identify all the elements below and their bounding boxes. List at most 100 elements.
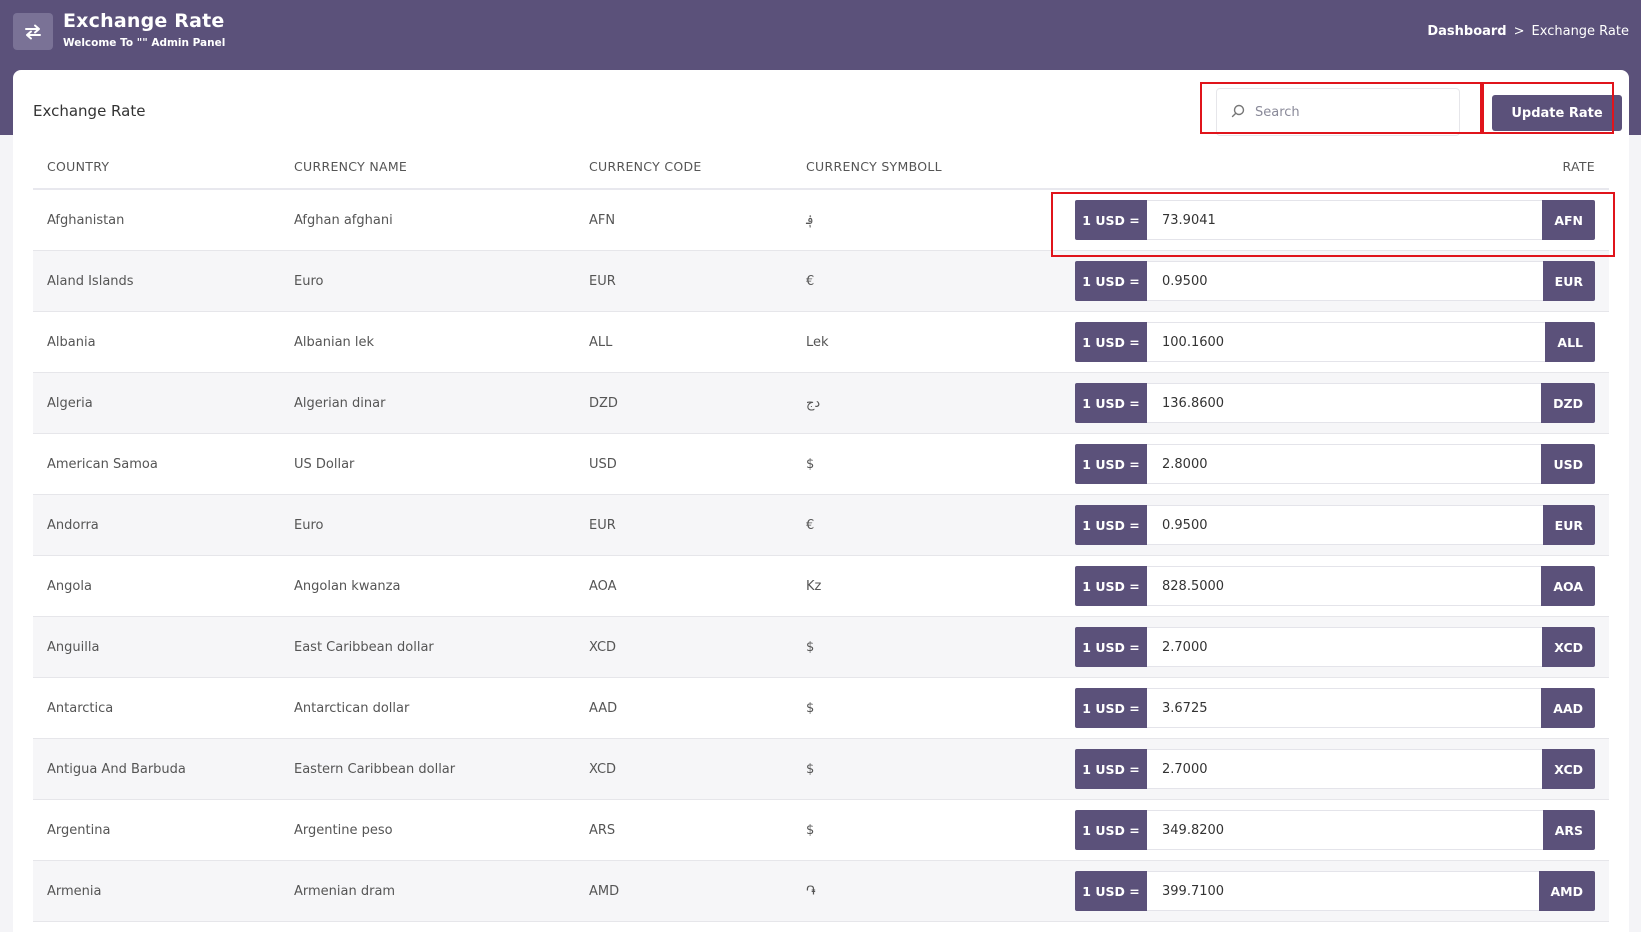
table-row: Antarctica Antarctican dollar AAD $1 USD = A… [33, 678, 1609, 739]
cell-country: Antarctica [47, 700, 114, 716]
rate-prefix: 1 USD = [1075, 749, 1147, 789]
rate-prefix: 1 USD = [1075, 383, 1147, 423]
table-row: Aland Islands Euro EUR €1 USD = EUR [33, 251, 1609, 312]
table-row: Armenia Armenian dram AMD ֏ 1 USD = AMD [33, 861, 1609, 922]
rate-currency-suffix: DZD [1541, 383, 1595, 423]
exchange-rate-card: Exchange Rate Update Rate COUNTRY CURREN… [13, 70, 1629, 932]
update-rate-button[interactable]: Update Rate [1492, 95, 1622, 131]
cell-country: Andorra [47, 517, 99, 533]
cell-rate: 1 USD = EUR [1056, 261, 1609, 301]
rate-currency-suffix: XCD [1542, 749, 1595, 789]
rate-currency-suffix: AFN [1542, 200, 1595, 240]
rate-input[interactable] [1147, 444, 1542, 484]
rate-currency-suffix: USD [1541, 444, 1595, 484]
column-header-currency-name[interactable]: CURRENCY NAME [294, 159, 589, 174]
table-row: Afghanistan Afghan afghani AFN ؋ 1 USD = AFN [33, 190, 1609, 251]
cell-currency-symbol: Kz [806, 578, 822, 594]
cell-currency-code: AAD [589, 700, 618, 716]
cell-country: Anguilla [47, 639, 100, 655]
rate-prefix: 1 USD = [1075, 627, 1147, 667]
cell-currency-symbol: $ [806, 822, 815, 838]
rate-input-group: 1 USD = AAD [1075, 688, 1595, 728]
rate-input[interactable] [1147, 627, 1543, 667]
cell-currency-name: Albanian lek [294, 334, 375, 350]
cell-country: American Samoa [47, 456, 158, 472]
cell-country: Albania [47, 334, 96, 350]
search-input[interactable] [1255, 104, 1445, 120]
rate-currency-suffix: AAD [1541, 688, 1595, 728]
rate-input-group: 1 USD = EUR [1075, 261, 1595, 301]
rate-input[interactable] [1147, 261, 1543, 301]
cell-currency-symbol: $ [806, 456, 815, 472]
rate-prefix: 1 USD = [1075, 566, 1147, 606]
table-row: Andorra Euro EUR €1 USD = EUR [33, 495, 1609, 556]
cell-currency-code: EUR [589, 517, 616, 533]
cell-country: Algeria [47, 395, 93, 411]
cell-currency-code: EUR [589, 273, 616, 289]
table-row: American Samoa US Dollar USD $1 USD = USD [33, 434, 1609, 495]
table-header: COUNTRY CURRENCY NAME CURRENCY CODE CURR… [33, 144, 1609, 190]
breadcrumb-dashboard-link[interactable]: Dashboard [1427, 24, 1506, 39]
cell-rate: 1 USD = ALL [1056, 322, 1609, 362]
cell-currency-code: AFN [589, 212, 616, 228]
cell-currency-name: Antarctican dollar [294, 700, 410, 716]
page-title: Exchange Rate [63, 10, 225, 32]
rate-prefix: 1 USD = [1075, 688, 1147, 728]
search-box[interactable] [1216, 88, 1460, 136]
cell-currency-name: Eastern Caribbean dollar [294, 761, 456, 777]
cell-rate: 1 USD = DZD [1056, 383, 1609, 423]
rate-input[interactable] [1147, 810, 1543, 850]
search-icon [1231, 103, 1245, 122]
rate-input[interactable] [1147, 871, 1539, 911]
cell-currency-code: USD [589, 456, 617, 472]
rate-input[interactable] [1147, 688, 1542, 728]
cell-currency-name: East Caribbean dollar [294, 639, 434, 655]
cell-rate: 1 USD = EUR [1056, 505, 1609, 545]
cell-currency-name: Angolan kwanza [294, 578, 401, 594]
rate-prefix: 1 USD = [1075, 261, 1147, 301]
rate-currency-suffix: AOA [1541, 566, 1595, 606]
rate-prefix: 1 USD = [1075, 505, 1147, 545]
table-row: Angola Angolan kwanza AOA Kz 1 USD = AOA [33, 556, 1609, 617]
table-row: Albania Albanian lek ALL Lek 1 USD = ALL [33, 312, 1609, 373]
cell-currency-name: US Dollar [294, 456, 355, 472]
cell-currency-code: AMD [589, 883, 620, 899]
cell-country: Angola [47, 578, 92, 594]
table-row: Antigua And Barbuda Eastern Caribbean dol… [33, 739, 1609, 800]
rate-input[interactable] [1147, 322, 1546, 362]
rate-prefix: 1 USD = [1075, 322, 1147, 362]
rate-input-group: 1 USD = USD [1075, 444, 1595, 484]
table-row: Argentina Argentine peso ARS $1 USD = ARS [33, 800, 1609, 861]
cell-rate: 1 USD = USD [1056, 444, 1609, 484]
cell-currency-code: AOA [589, 578, 617, 594]
cell-currency-code: XCD [589, 639, 617, 655]
cell-country: Argentina [47, 822, 111, 838]
cell-currency-symbol: ؋ [806, 212, 814, 228]
cell-rate: 1 USD = AMD [1056, 871, 1609, 911]
breadcrumb-separator-icon: > [1513, 24, 1525, 39]
table-row: Anguilla East Caribbean dollar XCD $1 USD =… [33, 617, 1609, 678]
rate-input[interactable] [1147, 383, 1542, 423]
rate-input-group: 1 USD = AFN [1075, 200, 1595, 240]
rate-input-group: 1 USD = ALL [1075, 322, 1595, 362]
rate-input[interactable] [1147, 749, 1543, 789]
column-header-currency-symbol[interactable]: CURRENCY SYMBOLL [806, 159, 1056, 174]
cell-currency-name: Euro [294, 517, 324, 533]
column-header-rate[interactable]: RATE [1056, 159, 1609, 174]
column-header-country[interactable]: COUNTRY [33, 159, 294, 174]
cell-currency-symbol: Lek [806, 334, 829, 350]
cell-currency-symbol: ֏ [806, 883, 816, 899]
rate-input-group: 1 USD = XCD [1075, 627, 1595, 667]
page-subtitle: Welcome To "" Admin Panel [63, 37, 226, 49]
rate-input[interactable] [1147, 505, 1543, 545]
column-header-currency-code[interactable]: CURRENCY CODE [589, 159, 806, 174]
rate-input-group: 1 USD = DZD [1075, 383, 1595, 423]
rate-currency-suffix: EUR [1542, 261, 1595, 301]
rate-input[interactable] [1147, 566, 1542, 606]
breadcrumb-current: Exchange Rate [1531, 24, 1629, 39]
cell-currency-symbol: € [806, 517, 815, 533]
rate-input-group: 1 USD = ARS [1075, 810, 1595, 850]
cell-currency-name: Afghan afghani [294, 212, 393, 228]
rate-input[interactable] [1147, 200, 1543, 240]
rate-input-group: 1 USD = EUR [1075, 505, 1595, 545]
